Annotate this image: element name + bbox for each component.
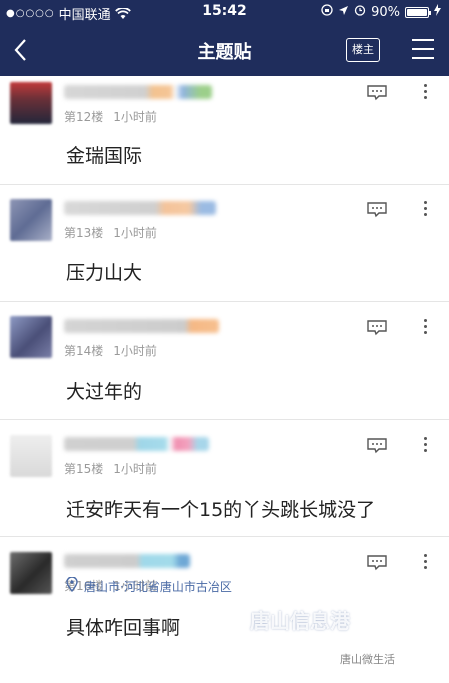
floor-number: 第13楼 xyxy=(64,226,104,240)
page-title: 主题贴 xyxy=(197,42,252,63)
avatar[interactable] xyxy=(10,316,52,358)
post-time: 1小时前 xyxy=(113,110,157,124)
more-options-icon[interactable] xyxy=(422,84,428,102)
watermark-text: 唐山信息港 xyxy=(250,609,350,633)
battery-percent: 90% xyxy=(371,4,400,20)
username-blurred xyxy=(64,201,216,215)
list-item: 第13楼 1小时前 压力山大 xyxy=(0,185,449,302)
post-meta: 第15楼 1小时前 xyxy=(64,460,157,477)
post-content: 大过年的 xyxy=(66,381,143,403)
comment-icon[interactable] xyxy=(367,438,387,454)
status-bar: ●○○○○ 中国联通 15:42 90% xyxy=(0,0,449,24)
battery-icon xyxy=(405,6,431,18)
menu-button[interactable] xyxy=(412,39,434,59)
watermark-secondary: 唐山微生活 xyxy=(340,653,395,666)
rotation-lock-icon xyxy=(321,4,333,20)
location-tag[interactable]: 唐山市·河北省唐山市古冶区 xyxy=(66,576,232,595)
comment-icon[interactable] xyxy=(367,85,387,101)
status-right: 90% xyxy=(321,4,441,20)
post-time: 1小时前 xyxy=(113,344,157,358)
username-blurred xyxy=(64,554,190,568)
floor-number: 第12楼 xyxy=(64,110,104,124)
avatar[interactable] xyxy=(10,552,52,594)
comment-icon[interactable] xyxy=(367,202,387,218)
menu-icon xyxy=(412,39,434,41)
list-item: 第14楼 1小时前 大过年的 xyxy=(0,302,449,420)
owner-only-button[interactable]: 楼主 xyxy=(346,38,380,62)
post-content: 压力山大 xyxy=(66,262,143,284)
more-options-icon[interactable] xyxy=(422,554,428,572)
post-content: 金瑞国际 xyxy=(66,145,143,167)
post-meta: 第13楼 1小时前 xyxy=(64,224,157,241)
list-item: 第12楼 1小时前 金瑞国际 xyxy=(0,76,449,185)
charging-icon xyxy=(434,4,441,20)
location-pin-icon xyxy=(66,576,78,595)
post-meta: 第14楼 1小时前 xyxy=(64,342,157,359)
username-blurred xyxy=(64,319,219,333)
floor-number: 第14楼 xyxy=(64,344,104,358)
post-content: 具体咋回事啊 xyxy=(66,617,181,639)
comment-icon[interactable] xyxy=(367,320,387,336)
post-time: 1小时前 xyxy=(113,462,157,476)
floor-number: 第15楼 xyxy=(64,462,104,476)
location-arrow-icon xyxy=(338,5,349,20)
avatar[interactable] xyxy=(10,435,52,477)
username-blurred xyxy=(64,85,212,99)
post-meta: 第12楼 1小时前 xyxy=(64,108,157,125)
location-text: 唐山市·河北省唐山市古冶区 xyxy=(84,579,232,594)
avatar[interactable] xyxy=(10,199,52,241)
more-options-icon[interactable] xyxy=(422,319,428,337)
nav-bar: 主题贴 楼主 xyxy=(0,24,449,76)
avatar[interactable] xyxy=(10,82,52,124)
list-item: 第15楼 1小时前 迁安昨天有一个15的丫头跳长城没了 xyxy=(0,420,449,537)
alarm-icon xyxy=(354,4,366,20)
username-blurred xyxy=(64,437,209,451)
post-time: 1小时前 xyxy=(113,226,157,240)
post-content: 迁安昨天有一个15的丫头跳长城没了 xyxy=(66,499,376,521)
more-options-icon[interactable] xyxy=(422,437,428,455)
more-options-icon[interactable] xyxy=(422,201,428,219)
comment-icon[interactable] xyxy=(367,555,387,571)
